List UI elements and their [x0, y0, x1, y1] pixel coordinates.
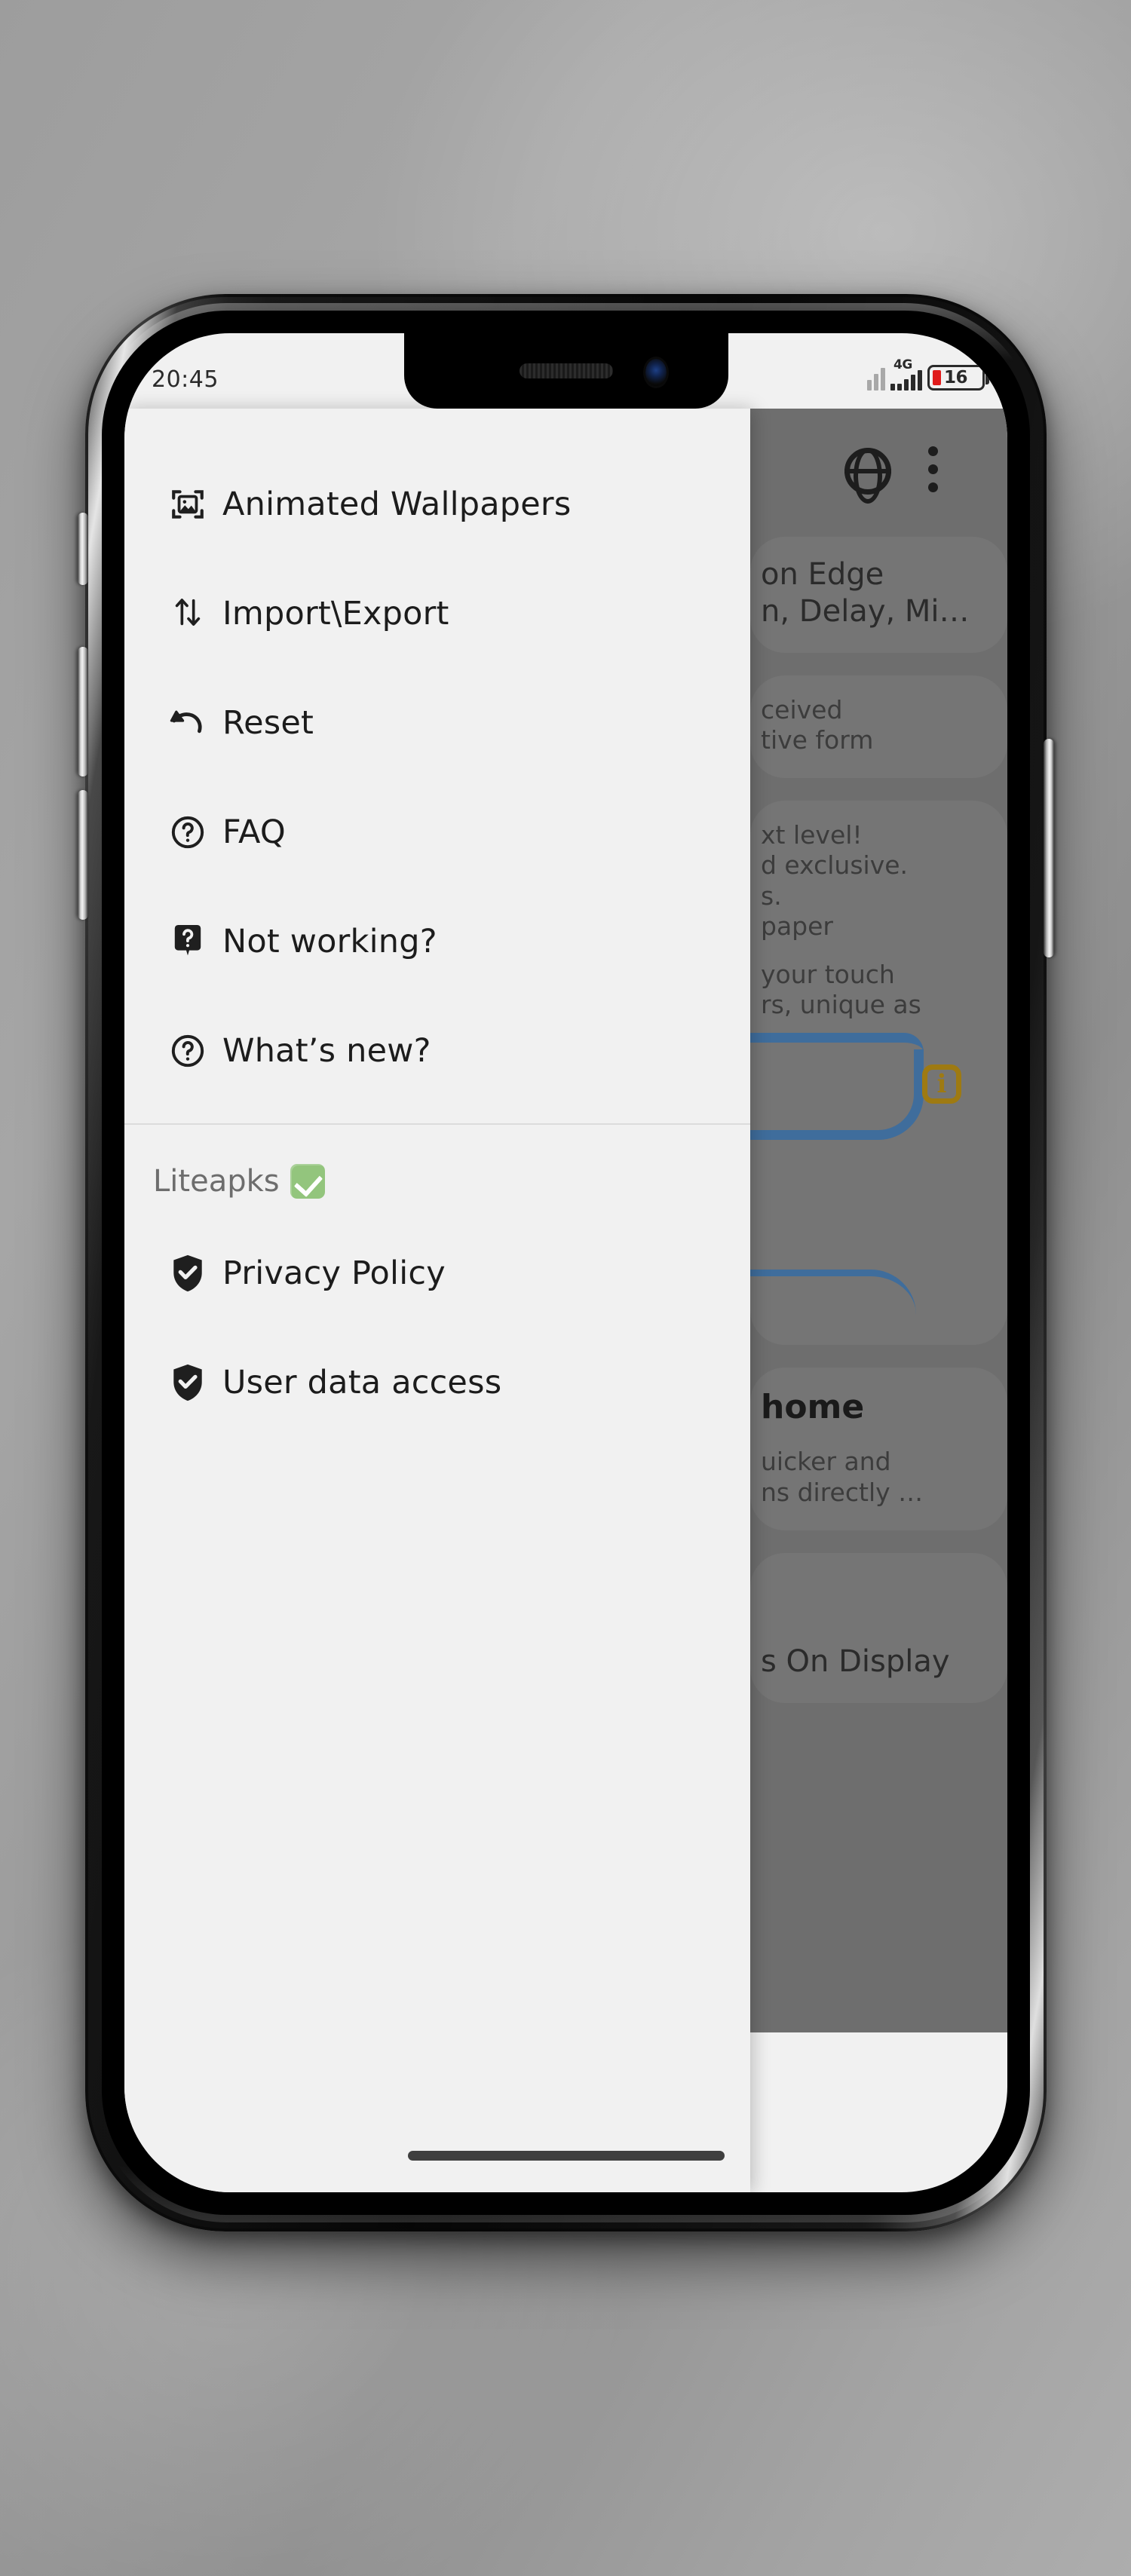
question-tooltip-icon — [153, 922, 222, 961]
background-text-fragment: uicker and — [761, 1447, 891, 1477]
menu-item-not-working[interactable]: Not working? — [124, 887, 750, 996]
white-check-mark-emoji — [290, 1164, 325, 1199]
menu-item-import-export[interactable]: Import\Export — [124, 559, 750, 668]
kebab-menu-icon[interactable] — [928, 446, 938, 501]
background-app-scrim[interactable]: on Edge n, Delay, Mi… ceived tive form x… — [750, 409, 1007, 2032]
menu-item-label: FAQ — [222, 813, 286, 851]
network-type-label: 4G — [893, 357, 912, 372]
background-card[interactable]: xt level! d exclusive. s. paper your tou… — [750, 801, 1007, 1345]
info-icon[interactable]: i — [922, 1064, 961, 1104]
menu-item-label: Animated Wallpapers — [222, 485, 572, 523]
globe-icon[interactable] — [844, 448, 891, 495]
menu-item-reset[interactable]: Reset — [124, 668, 750, 777]
background-text-fragment: ns directly … — [761, 1477, 924, 1507]
home-indicator[interactable] — [407, 2151, 725, 2161]
background-text-fragment: n, Delay, Mi… — [761, 593, 970, 629]
battery-fill — [933, 370, 941, 385]
background-text-fragment: home — [761, 1387, 865, 1426]
question-circle-icon — [153, 1032, 222, 1070]
signal-bars-sim1-icon — [867, 365, 885, 391]
shield-check-icon — [153, 1362, 222, 1403]
background-text-fragment: s. — [761, 881, 782, 911]
menu-item-label: Not working? — [222, 922, 437, 960]
power-button[interactable] — [1044, 739, 1054, 957]
phone-device-frame: on Edge n, Delay, Mi… ceived tive form x… — [78, 294, 1054, 2231]
menu-item-user-data-access[interactable]: User data access — [124, 1328, 750, 1437]
background-card[interactable]: on Edge n, Delay, Mi… — [750, 537, 1007, 653]
menu-item-label: Reset — [222, 703, 314, 742]
background-text-fragment: tive form — [761, 724, 874, 755]
background-card[interactable]: ceived tive form — [750, 675, 1007, 779]
background-card[interactable]: s On Display — [750, 1552, 1007, 1703]
background-card[interactable]: home uicker and ns directly … — [750, 1367, 1007, 1530]
background-text-fragment: paper — [761, 911, 833, 941]
drawer-section-header: Liteapks — [124, 1125, 750, 1218]
menu-item-label: Import\Export — [222, 594, 449, 633]
status-bar-clock: 20:45 — [152, 366, 219, 393]
background-text-fragment: on Edge — [761, 557, 884, 592]
shield-check-icon — [153, 1253, 222, 1294]
import-export-arrows-icon — [153, 595, 222, 633]
edge-lighting-preview[interactable]: i — [750, 1021, 1007, 1337]
silent-switch-button[interactable] — [78, 513, 88, 585]
background-text-fragment: d exclusive. — [761, 850, 909, 881]
menu-item-label: User data access — [222, 1363, 502, 1401]
volume-down-button[interactable] — [78, 790, 88, 920]
phone-screen: on Edge n, Delay, Mi… ceived tive form x… — [124, 333, 1007, 2192]
question-circle-icon — [153, 813, 222, 851]
front-camera-icon — [645, 359, 667, 386]
volume-up-button[interactable] — [78, 647, 88, 776]
background-text-fragment: ceived — [761, 694, 843, 724]
background-text-fragment: your touch — [761, 960, 895, 990]
menu-item-label: What’s new? — [222, 1031, 431, 1070]
menu-item-faq[interactable]: FAQ — [124, 777, 750, 887]
battery-percent-label: 16 — [944, 368, 968, 387]
menu-item-label: Privacy Policy — [222, 1254, 446, 1292]
background-text-fragment: xt level! — [761, 820, 863, 850]
edge-preview-shape — [750, 1049, 924, 1140]
menu-item-privacy-policy[interactable]: Privacy Policy — [124, 1218, 750, 1328]
drawer-section-title: Liteapks — [153, 1164, 280, 1199]
background-text-fragment: rs, unique as — [761, 990, 921, 1020]
status-bar-indicators: 4G 16 — [867, 357, 989, 391]
battery-icon: 16 — [927, 365, 989, 391]
background-text-fragment: s On Display — [761, 1643, 950, 1679]
menu-item-whats-new[interactable]: What’s new? — [124, 996, 750, 1105]
background-app-toolbar — [750, 409, 1007, 537]
phone-bezel: on Edge n, Delay, Mi… ceived tive form x… — [102, 311, 1030, 2215]
edge-preview-bottom-arc — [750, 1269, 916, 1315]
navigation-drawer: Animated Wallpapers Import\Export Reset … — [124, 409, 750, 2192]
menu-item-animated-wallpapers[interactable]: Animated Wallpapers — [124, 449, 750, 559]
image-frame-icon — [153, 485, 222, 523]
signal-bars-sim2-icon: 4G — [890, 357, 922, 391]
undo-arrow-icon — [153, 706, 222, 740]
earpiece-speaker — [519, 363, 613, 378]
